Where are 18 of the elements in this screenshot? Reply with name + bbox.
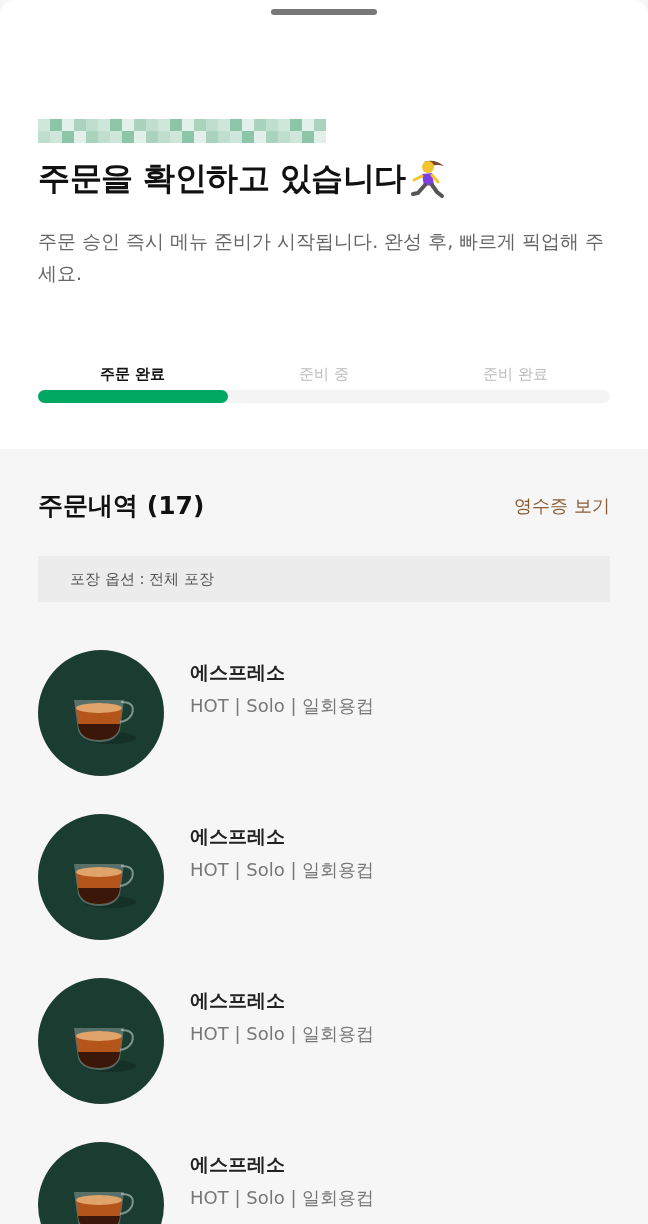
description-text: 주문 승인 즉시 메뉴 준비가 시작됩니다. 완성 후, 빠르게 픽업해 주세요. bbox=[38, 229, 606, 286]
drag-handle[interactable] bbox=[271, 9, 377, 15]
item-options: HOT | Solo | 일회용컵 bbox=[190, 1186, 375, 1210]
item-options: HOT | Solo | 일회용컵 bbox=[190, 1022, 375, 1046]
runner-icon bbox=[409, 158, 446, 200]
page-title: 주문을 확인하고 있습니다 bbox=[38, 158, 406, 199]
section-title: 주문내역 (17) bbox=[38, 490, 205, 522]
item-name: 에스프레소 bbox=[190, 1152, 286, 1177]
progress-step: 주문 완료 bbox=[38, 365, 229, 384]
progress-step: 준비 중 bbox=[228, 365, 420, 384]
item-name: 에스프레소 bbox=[190, 988, 286, 1013]
receipt-link[interactable]: 영수증 보기 bbox=[514, 493, 610, 518]
item-name: 에스프레소 bbox=[190, 660, 286, 685]
item-options: HOT | Solo | 일회용컵 bbox=[190, 694, 375, 718]
item-name: 에스프레소 bbox=[190, 824, 286, 849]
item-options: HOT | Solo | 일회용컵 bbox=[190, 858, 375, 882]
packaging-text: 포장 옵션 : 전체 포장 bbox=[70, 569, 215, 589]
progress-step: 준비 완료 bbox=[419, 365, 610, 384]
